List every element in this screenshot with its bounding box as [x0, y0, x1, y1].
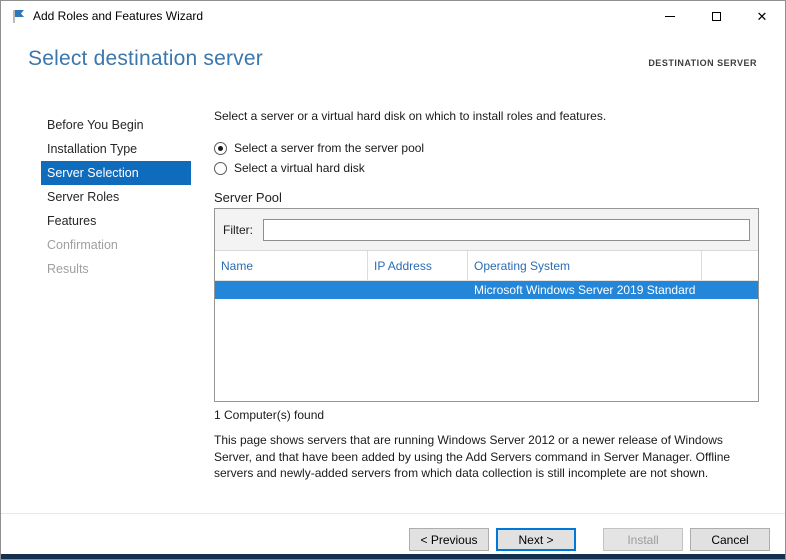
server-pool-title: Server Pool [214, 190, 759, 205]
nav-item-label: Installation Type [47, 142, 137, 156]
destination-server-label: DESTINATION SERVER [648, 58, 757, 68]
filter-label: Filter: [223, 223, 253, 237]
minimize-icon [665, 16, 675, 17]
radio-button-icon[interactable] [214, 162, 227, 175]
maximize-button[interactable] [693, 1, 739, 31]
window-title: Add Roles and Features Wizard [33, 9, 203, 23]
footer-divider [1, 513, 785, 514]
close-button[interactable]: ✕ [739, 1, 785, 31]
footer-buttons: < Previous Next > Install Cancel [409, 528, 770, 551]
page-description: This page shows servers that are running… [214, 432, 762, 482]
column-header-name[interactable]: Name [215, 251, 368, 280]
nav-item-features[interactable]: Features [41, 209, 191, 233]
nav-item-confirmation: Confirmation [41, 233, 191, 257]
page-title: Select destination server [28, 47, 263, 71]
nav-item-server-selection[interactable]: Server Selection [41, 161, 191, 185]
server-pool-box: Filter: Name IP Address Operating System… [214, 208, 759, 402]
nav-item-results: Results [41, 257, 191, 281]
nav-item-installation-type[interactable]: Installation Type [41, 137, 191, 161]
filter-strip: Filter: [215, 209, 758, 251]
cancel-button[interactable]: Cancel [690, 528, 770, 551]
close-icon: ✕ [757, 10, 768, 23]
nav-item-label: Before You Begin [47, 118, 144, 132]
radio-server-pool[interactable]: Select a server from the server pool [214, 141, 759, 155]
cell-operating-system: Microsoft Windows Server 2019 Standard [468, 283, 702, 297]
title-bar: Add Roles and Features Wizard ✕ [1, 1, 785, 31]
window-bottom-border [1, 554, 785, 559]
radio-virtual-hard-disk[interactable]: Select a virtual hard disk [214, 161, 759, 175]
radio-button-icon[interactable] [214, 142, 227, 155]
table-header: Name IP Address Operating System [215, 251, 758, 281]
server-table: Name IP Address Operating System Microso… [215, 251, 758, 401]
radio-label: Select a virtual hard disk [234, 161, 365, 175]
page-header: Select destination server DESTINATION SE… [1, 31, 785, 99]
nav-item-label: Results [47, 262, 89, 276]
computers-found-text: 1 Computer(s) found [214, 408, 759, 422]
nav-item-label: Features [47, 214, 96, 228]
column-header-operating-system[interactable]: Operating System [468, 251, 702, 280]
column-header-filler [702, 251, 758, 280]
next-button[interactable]: Next > [496, 528, 576, 551]
page-intro: Select a server or a virtual hard disk o… [214, 109, 759, 123]
wizard-nav: Before You Begin Installation Type Serve… [1, 99, 201, 504]
filter-input[interactable] [263, 219, 750, 241]
nav-item-label: Confirmation [47, 238, 118, 252]
window-controls: ✕ [647, 1, 785, 31]
nav-item-server-roles[interactable]: Server Roles [41, 185, 191, 209]
maximize-icon [712, 12, 721, 21]
nav-item-label: Server Selection [47, 166, 139, 180]
nav-item-label: Server Roles [47, 190, 119, 204]
radio-label: Select a server from the server pool [234, 141, 424, 155]
wizard-window: Add Roles and Features Wizard ✕ Select d… [0, 0, 786, 560]
nav-item-before-you-begin[interactable]: Before You Begin [41, 113, 191, 137]
wizard-icon [10, 8, 26, 24]
previous-button[interactable]: < Previous [409, 528, 489, 551]
install-button[interactable]: Install [603, 528, 683, 551]
minimize-button[interactable] [647, 1, 693, 31]
column-header-ip-address[interactable]: IP Address [368, 251, 468, 280]
page-content: Select a server or a virtual hard disk o… [214, 99, 759, 482]
server-row[interactable]: Microsoft Windows Server 2019 Standard [215, 281, 758, 299]
